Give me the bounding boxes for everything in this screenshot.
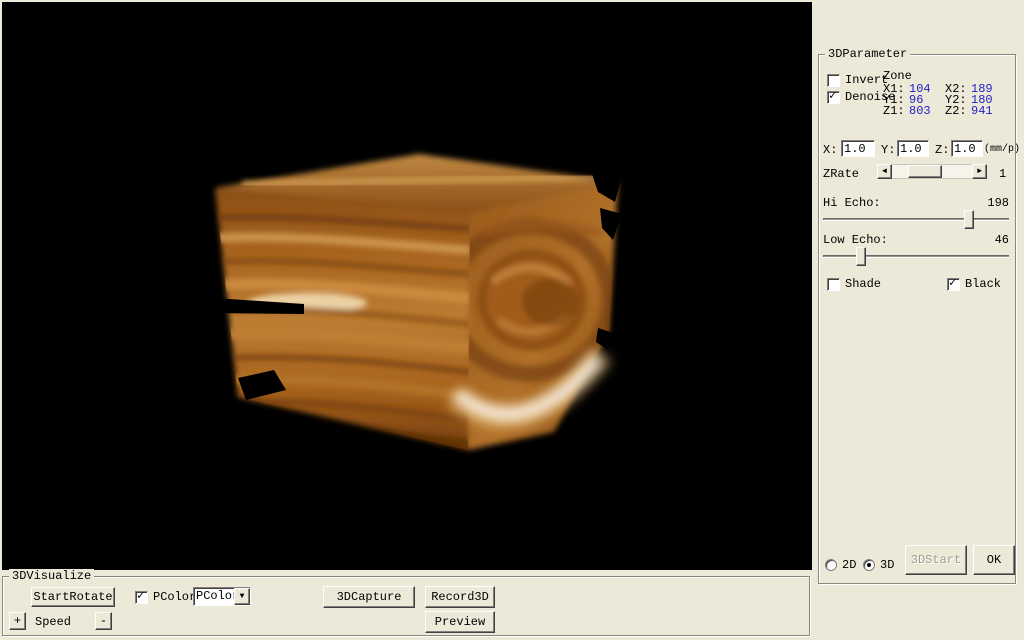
invert-label: Invert: [845, 73, 888, 87]
speed-plus-button[interactable]: +: [9, 612, 26, 630]
hi-echo-slider[interactable]: [823, 210, 1009, 230]
zrate-scroll-left-arrow[interactable]: ◄: [877, 164, 892, 179]
zone-z2-value: 941: [971, 104, 993, 118]
hi-echo-value: 198: [969, 196, 1009, 210]
zrate-scroll-track[interactable]: [892, 164, 972, 179]
low-echo-slider[interactable]: [823, 247, 1009, 267]
black-checkbox-box[interactable]: ✓: [947, 278, 960, 291]
ok-button[interactable]: OK: [973, 545, 1015, 575]
check-icon: ✓: [829, 89, 836, 103]
zrate-scrollbar[interactable]: ◄ ►: [877, 164, 987, 179]
visualize-groupbox: 3DVisualize StartRotate ✓ PColor PColor …: [2, 576, 810, 636]
zone-z1-label: Z1:: [883, 104, 909, 118]
invert-checkbox[interactable]: Invert: [827, 73, 888, 87]
render-viewport[interactable]: [2, 2, 812, 570]
3dstart-button[interactable]: 3DStart: [905, 545, 967, 575]
zrate-scroll-thumb[interactable]: [908, 165, 942, 178]
scale-y-input[interactable]: [897, 140, 929, 157]
mode-3d-radio-circle[interactable]: [863, 559, 875, 571]
hi-echo-slider-track[interactable]: [823, 218, 1009, 221]
record3d-button[interactable]: Record3D: [425, 586, 495, 608]
shade-label: Shade: [845, 277, 881, 291]
mode-3d-label: 3D: [880, 558, 894, 572]
zrate-scroll-right-arrow[interactable]: ►: [972, 164, 987, 179]
zone-row-z: Z1:803Z2:941: [883, 104, 993, 118]
preview-button[interactable]: Preview: [425, 611, 495, 633]
black-label: Black: [965, 277, 1001, 291]
mode-3d-radio[interactable]: 3D: [863, 558, 894, 572]
zone-label: Zone: [883, 69, 912, 83]
scale-x-input[interactable]: [841, 140, 875, 157]
low-echo-value: 46: [969, 233, 1009, 247]
visualize-group-title: 3DVisualize: [9, 569, 94, 583]
speed-minus-button[interactable]: -: [95, 612, 112, 630]
scale-z-label: Z:: [935, 143, 949, 157]
pcolor-select[interactable]: PColor ▼: [193, 587, 251, 606]
parameter-group-title: 3DParameter: [825, 47, 910, 61]
shade-checkbox[interactable]: Shade: [827, 277, 881, 291]
mode-2d-radio[interactable]: 2D: [825, 558, 856, 572]
low-echo-slider-thumb[interactable]: [856, 247, 866, 266]
hi-echo-label: Hi Echo:: [823, 196, 881, 210]
low-echo-slider-track[interactable]: [823, 255, 1009, 258]
zrate-label: ZRate: [823, 167, 859, 181]
mode-2d-label: 2D: [842, 558, 856, 572]
low-echo-label: Low Echo:: [823, 233, 888, 247]
parameter-groupbox: 3DParameter Invert ✓ Denoise Zone X1:104…: [818, 54, 1016, 584]
scale-unit-label: (mm/p): [984, 144, 1020, 155]
zrate-value: 1: [999, 167, 1006, 181]
app-window: { "colors": {"bg": "#ece9d8", "value_blu…: [0, 0, 1024, 640]
check-icon: ✓: [137, 589, 144, 603]
3dcapture-button[interactable]: 3DCapture: [323, 586, 415, 608]
mode-2d-radio-circle[interactable]: [825, 559, 837, 571]
shade-checkbox-box[interactable]: [827, 278, 840, 291]
zone-z2-label: Z2:: [945, 104, 971, 118]
invert-checkbox-box[interactable]: [827, 74, 840, 87]
volume-render: [2, 2, 812, 570]
pcolor-checkbox[interactable]: ✓ PColor: [135, 590, 196, 604]
chevron-down-icon[interactable]: ▼: [234, 588, 250, 605]
scale-z-input[interactable]: [951, 140, 983, 157]
pcolor-label: PColor: [153, 590, 196, 604]
pcolor-select-value: PColor: [194, 588, 234, 605]
start-rotate-button[interactable]: StartRotate: [31, 587, 115, 607]
zone-z1-value: 803: [909, 104, 945, 118]
pcolor-checkbox-box[interactable]: ✓: [135, 591, 148, 604]
speed-label: Speed: [35, 615, 71, 629]
scale-x-label: X:: [823, 143, 837, 157]
scale-y-label: Y:: [881, 143, 895, 157]
hi-echo-slider-thumb[interactable]: [964, 210, 974, 229]
denoise-checkbox-box[interactable]: ✓: [827, 91, 840, 104]
black-checkbox[interactable]: ✓ Black: [947, 277, 1001, 291]
check-icon: ✓: [949, 276, 956, 290]
